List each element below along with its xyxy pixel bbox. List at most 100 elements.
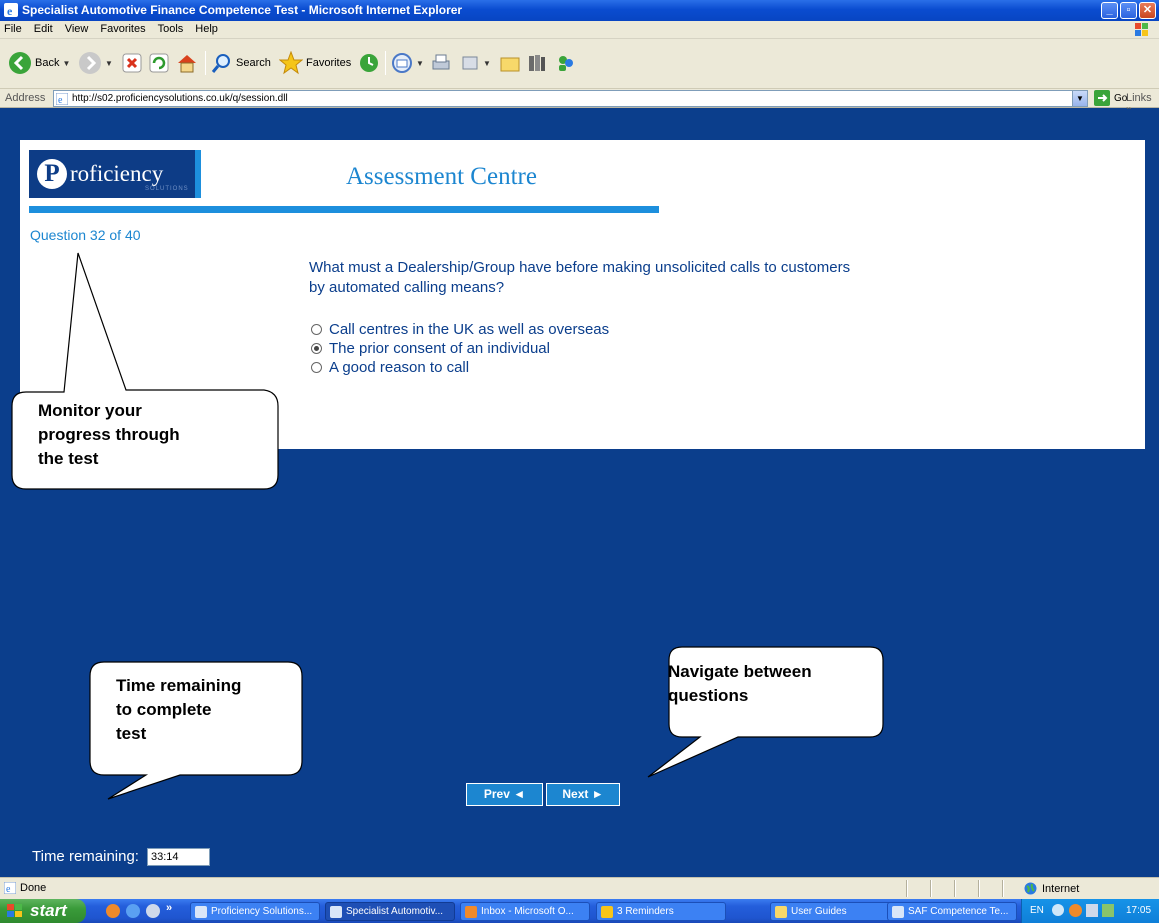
search-button[interactable]: Search <box>211 49 271 77</box>
progress-callout-text: Monitor your progress through the test <box>38 399 258 471</box>
menu-favorites[interactable]: Favorites <box>94 21 151 35</box>
windows-flag-icon <box>7 904 22 917</box>
answer-option-1[interactable]: Call centres in the UK as well as overse… <box>311 321 609 338</box>
messenger-button[interactable] <box>555 49 577 77</box>
taskbar-item-specialist-automotive[interactable]: Specialist Automotiv... <box>325 902 455 921</box>
window-title: Specialist Automotive Finance Competence… <box>22 3 463 17</box>
tray-arrow-icon[interactable] <box>1052 904 1064 916</box>
close-button[interactable]: ✕ <box>1139 2 1156 19</box>
back-dropdown-icon[interactable]: ▼ <box>62 59 70 68</box>
progress-callout-line-2: progress through <box>38 425 180 444</box>
tray-outlook-icon[interactable] <box>1069 904 1082 917</box>
go-button[interactable]: Go <box>1094 90 1127 106</box>
taskbar-item-proficiency[interactable]: Proficiency Solutions... <box>190 902 320 921</box>
progress-callout-line-1: Monitor your <box>38 401 142 420</box>
favorites-button[interactable]: Favorites <box>279 49 351 77</box>
quicklaunch-more-icon[interactable]: » <box>166 902 172 914</box>
prev-button[interactable]: Prev ◄ <box>466 783 543 806</box>
maximize-button[interactable]: ▫ <box>1120 2 1137 19</box>
menu-file[interactable]: File <box>0 21 28 35</box>
research-button[interactable] <box>526 49 548 77</box>
messenger-icon <box>559 56 573 71</box>
task-label: 3 Reminders <box>617 906 674 917</box>
windows-logo-icon <box>1135 23 1148 36</box>
forward-button[interactable]: ▼ <box>78 49 113 77</box>
answer-radio-1[interactable] <box>311 324 322 335</box>
folder-icon <box>775 906 787 918</box>
quicklaunch-outlook-icon[interactable] <box>106 904 120 918</box>
navigate-callout-text: Navigate between questions <box>668 660 878 708</box>
address-dropdown-icon[interactable]: ▼ <box>1072 91 1087 106</box>
back-button[interactable]: Back ▼ <box>8 49 70 77</box>
page-title: Assessment Centre <box>346 163 537 190</box>
links-label: Links <box>1126 92 1152 104</box>
status-bar: e Done Internet <box>0 877 1159 899</box>
home-button[interactable] <box>176 49 198 77</box>
page-icon: e <box>56 92 68 105</box>
edit-button[interactable]: ▼ <box>460 49 491 77</box>
page-content: P roficiency SOLUTIONS Assessment Centre… <box>8 109 1157 877</box>
browser-toolbar: Back ▼ ▼ Search Favorites ▼ ▼ <box>0 39 1159 89</box>
logo-subtitle: SOLUTIONS <box>145 186 189 192</box>
research-books-icon <box>529 55 545 71</box>
taskbar-item-reminders[interactable]: 3 Reminders <box>596 902 726 921</box>
favorites-star-icon <box>279 51 303 75</box>
svg-text:e: e <box>58 95 63 105</box>
answer-radio-3[interactable] <box>311 362 322 373</box>
system-tray: EN 17:05 <box>1021 899 1159 923</box>
windows-taskbar: start » Proficiency Solutions... Special… <box>0 899 1159 923</box>
forward-dropdown-icon[interactable]: ▼ <box>105 59 113 68</box>
tray-network-icon[interactable] <box>1086 904 1098 917</box>
next-button[interactable]: Next ► <box>546 783 620 806</box>
address-input[interactable]: e http://s02.proficiencysolutions.co.uk/… <box>53 90 1088 107</box>
go-arrow-icon <box>1094 90 1110 106</box>
taskbar-item-inbox[interactable]: Inbox - Microsoft O... <box>460 902 590 921</box>
question-counter: Question 32 of 40 <box>30 227 141 243</box>
window-title-bar[interactable]: e Specialist Automotive Finance Competen… <box>0 0 1159 21</box>
answer-option-2[interactable]: The prior consent of an individual <box>311 340 550 357</box>
answer-label-3: A good reason to call <box>329 359 470 376</box>
menu-view[interactable]: View <box>59 21 95 35</box>
back-arrow-icon <box>9 52 31 74</box>
answer-radio-2[interactable] <box>311 343 322 354</box>
logo-wordmark: roficiency <box>70 161 164 186</box>
back-label: Back <box>35 57 60 69</box>
menu-edit[interactable]: Edit <box>28 21 59 35</box>
mail-dropdown-icon[interactable]: ▼ <box>416 59 424 68</box>
refresh-icon <box>149 53 169 73</box>
quicklaunch-ie-icon[interactable] <box>126 904 140 918</box>
svg-text:e: e <box>7 4 13 17</box>
stop-button[interactable] <box>122 49 142 77</box>
answer-label-1: Call centres in the UK as well as overse… <box>329 321 610 338</box>
minimize-button[interactable]: _ <box>1101 2 1118 19</box>
menu-help[interactable]: Help <box>189 21 224 35</box>
task-label: Proficiency Solutions... <box>211 906 313 917</box>
refresh-button[interactable] <box>149 49 169 77</box>
address-bar: Address e http://s02.proficiencysolution… <box>0 89 1159 116</box>
discuss-button[interactable] <box>499 49 521 77</box>
answer-option-3[interactable]: A good reason to call <box>311 359 469 376</box>
edit-dropdown-icon[interactable]: ▼ <box>483 59 491 68</box>
ie-window-icon <box>330 906 342 918</box>
time-callout-line-3: test <box>116 724 147 743</box>
print-button[interactable] <box>430 49 452 77</box>
header-divider <box>29 206 659 213</box>
internet-globe-icon <box>1024 882 1037 895</box>
menu-tools[interactable]: Tools <box>152 21 190 35</box>
time-remaining-field: 33:14 <box>147 848 210 866</box>
language-indicator[interactable]: EN <box>1030 899 1044 923</box>
history-button[interactable] <box>358 49 380 77</box>
menu-bar: File Edit View Favorites Tools Help <box>0 21 1159 39</box>
home-icon <box>178 55 196 73</box>
question-text: What must a Dealership/Group have before… <box>309 259 851 296</box>
taskbar-item-user-guides[interactable]: User Guides <box>770 902 900 921</box>
start-button[interactable]: start <box>0 899 86 923</box>
taskbar-item-saf-competence[interactable]: SAF Competence Te... <box>887 902 1017 921</box>
stop-icon <box>122 53 142 73</box>
document-icon <box>892 906 904 918</box>
clock[interactable]: 17:05 <box>1126 899 1151 923</box>
tray-app-icon[interactable] <box>1102 904 1114 917</box>
navigate-callout-line-2: questions <box>668 686 749 705</box>
quicklaunch-desktop-icon[interactable] <box>146 904 160 918</box>
mail-button[interactable]: ▼ <box>391 49 424 77</box>
